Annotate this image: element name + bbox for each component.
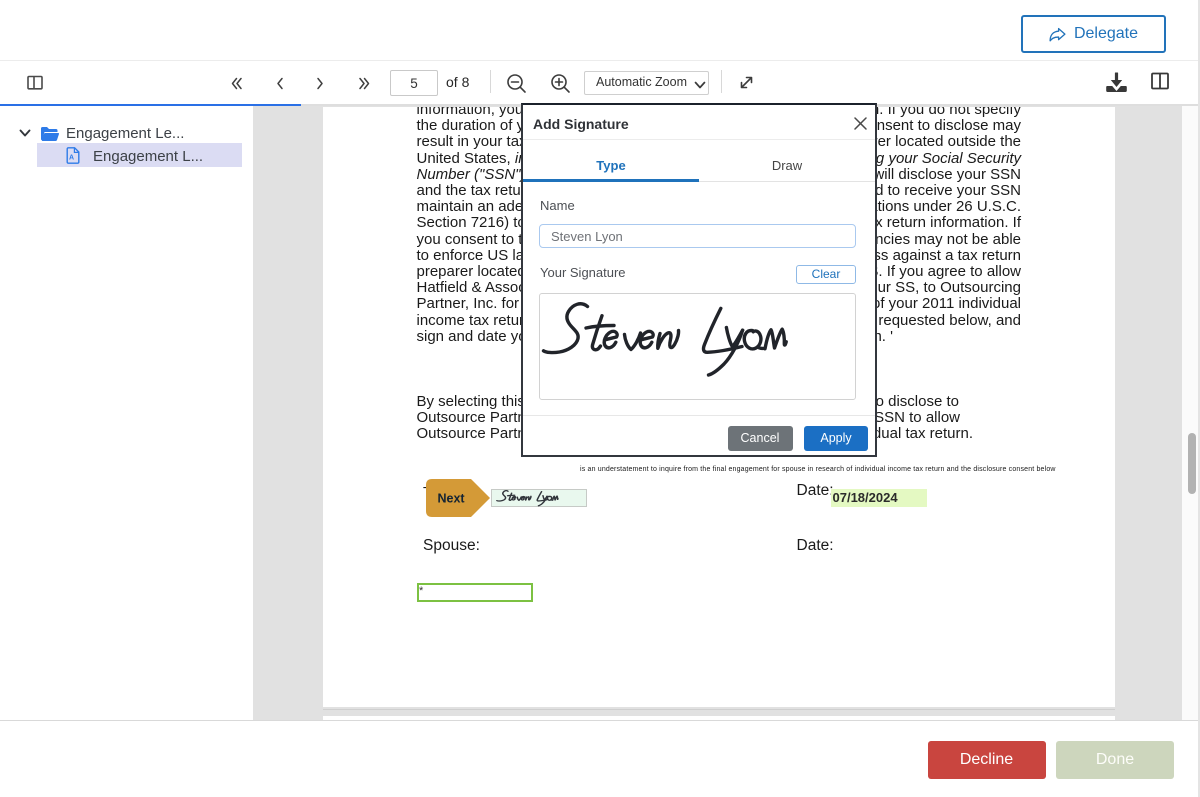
svg-text:Next: Next	[437, 492, 465, 506]
svg-text:A: A	[69, 154, 74, 161]
